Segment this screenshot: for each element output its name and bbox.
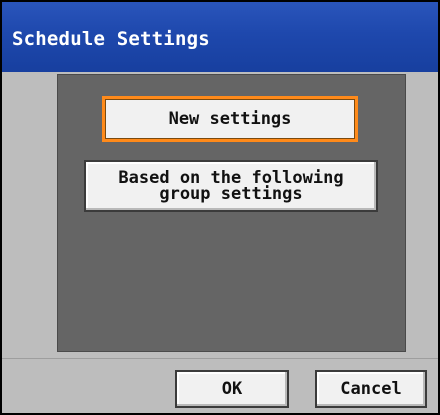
cancel-button[interactable]: Cancel bbox=[315, 370, 427, 408]
schedule-settings-window: Schedule Settings New settings Based on … bbox=[0, 0, 440, 415]
window-title: Schedule Settings bbox=[12, 27, 210, 50]
footer-divider bbox=[2, 358, 438, 359]
new-settings-button[interactable]: New settings bbox=[102, 96, 358, 142]
based-on-group-settings-button[interactable]: Based on the following group settings bbox=[84, 160, 378, 212]
ok-button[interactable]: OK bbox=[175, 370, 289, 408]
title-bar: Schedule Settings bbox=[2, 2, 438, 72]
